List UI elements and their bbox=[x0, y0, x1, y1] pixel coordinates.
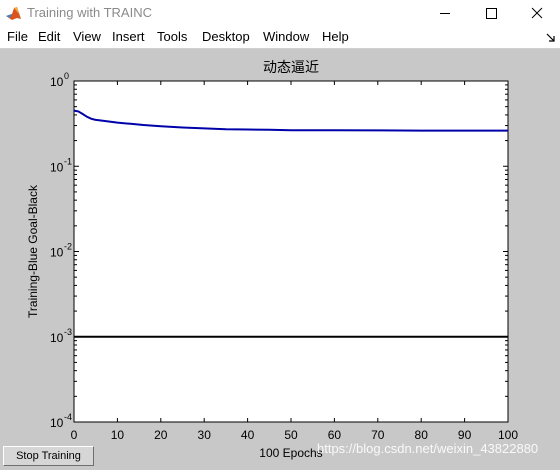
chart-title: 动态逼近 bbox=[263, 60, 319, 76]
plot-area bbox=[73, 80, 509, 423]
dock-arrow-icon[interactable] bbox=[546, 33, 556, 43]
menu-edit[interactable]: Edit bbox=[38, 29, 60, 44]
maximize-icon bbox=[486, 8, 497, 19]
x-tick-label: 10 bbox=[111, 428, 125, 442]
menu-file[interactable]: File bbox=[7, 29, 28, 44]
close-button[interactable] bbox=[514, 0, 560, 27]
x-tick-label: 20 bbox=[154, 428, 168, 442]
x-tick-label: 60 bbox=[328, 428, 342, 442]
y-tick-label-base: 10 bbox=[50, 246, 64, 260]
minimize-button[interactable] bbox=[422, 0, 468, 27]
matlab-logo-icon bbox=[6, 7, 21, 20]
y-axis-label: Training-Blue Goal-Black bbox=[26, 184, 40, 318]
x-tick-label: 100 bbox=[498, 428, 518, 442]
menu-insert[interactable]: Insert bbox=[112, 29, 145, 44]
window-title: Training with TRAINC bbox=[27, 5, 152, 20]
training-chart: 动态逼近0 10 20 30 40 50 60 70 80 90 10010 010 -110 -210-… bbox=[26, 60, 518, 460]
stop-training-button[interactable]: Stop Training bbox=[3, 446, 94, 466]
close-icon bbox=[531, 7, 543, 19]
y-tick-label-exponent: -3 bbox=[64, 327, 72, 337]
menu-desktop[interactable]: Desktop bbox=[202, 29, 250, 44]
menu-tools[interactable]: Tools bbox=[157, 29, 187, 44]
y-tick-label-base: 10 bbox=[50, 75, 64, 89]
menu-view[interactable]: View bbox=[73, 29, 101, 44]
maximize-button[interactable] bbox=[468, 0, 514, 27]
y-tick-label-exponent: -4 bbox=[64, 412, 72, 422]
title-bar: Training with TRAINC bbox=[0, 0, 560, 27]
watermark-text: https://blog.csdn.net/weixin_43822880 bbox=[317, 441, 539, 456]
menu-window[interactable]: Window bbox=[263, 29, 309, 44]
y-tick-label-exponent: -2 bbox=[64, 242, 72, 252]
x-tick-label: 90 bbox=[458, 428, 472, 442]
x-tick-label: 70 bbox=[371, 428, 385, 442]
y-tick-label-exponent: -1 bbox=[64, 156, 72, 166]
x-tick-label: 80 bbox=[415, 428, 429, 442]
x-axis-label: 100 Epochs bbox=[259, 446, 322, 460]
x-tick-label: 40 bbox=[241, 428, 255, 442]
figure-window: Training with TRAINC File Edit View Inse… bbox=[0, 0, 560, 470]
x-tick-label: 50 bbox=[284, 428, 298, 442]
menu-bar: File Edit View Insert Tools Desktop Wind… bbox=[0, 27, 560, 49]
x-tick-label: 30 bbox=[198, 428, 212, 442]
y-tick-label-base: 10 bbox=[50, 416, 64, 430]
y-tick-label-exponent: 0 bbox=[64, 71, 69, 81]
minimize-icon bbox=[440, 13, 450, 14]
y-tick-label-base: 10 bbox=[50, 160, 64, 174]
x-tick-label: 0 bbox=[71, 428, 78, 442]
menu-help[interactable]: Help bbox=[322, 29, 349, 44]
y-tick-label-base: 10 bbox=[50, 331, 64, 345]
